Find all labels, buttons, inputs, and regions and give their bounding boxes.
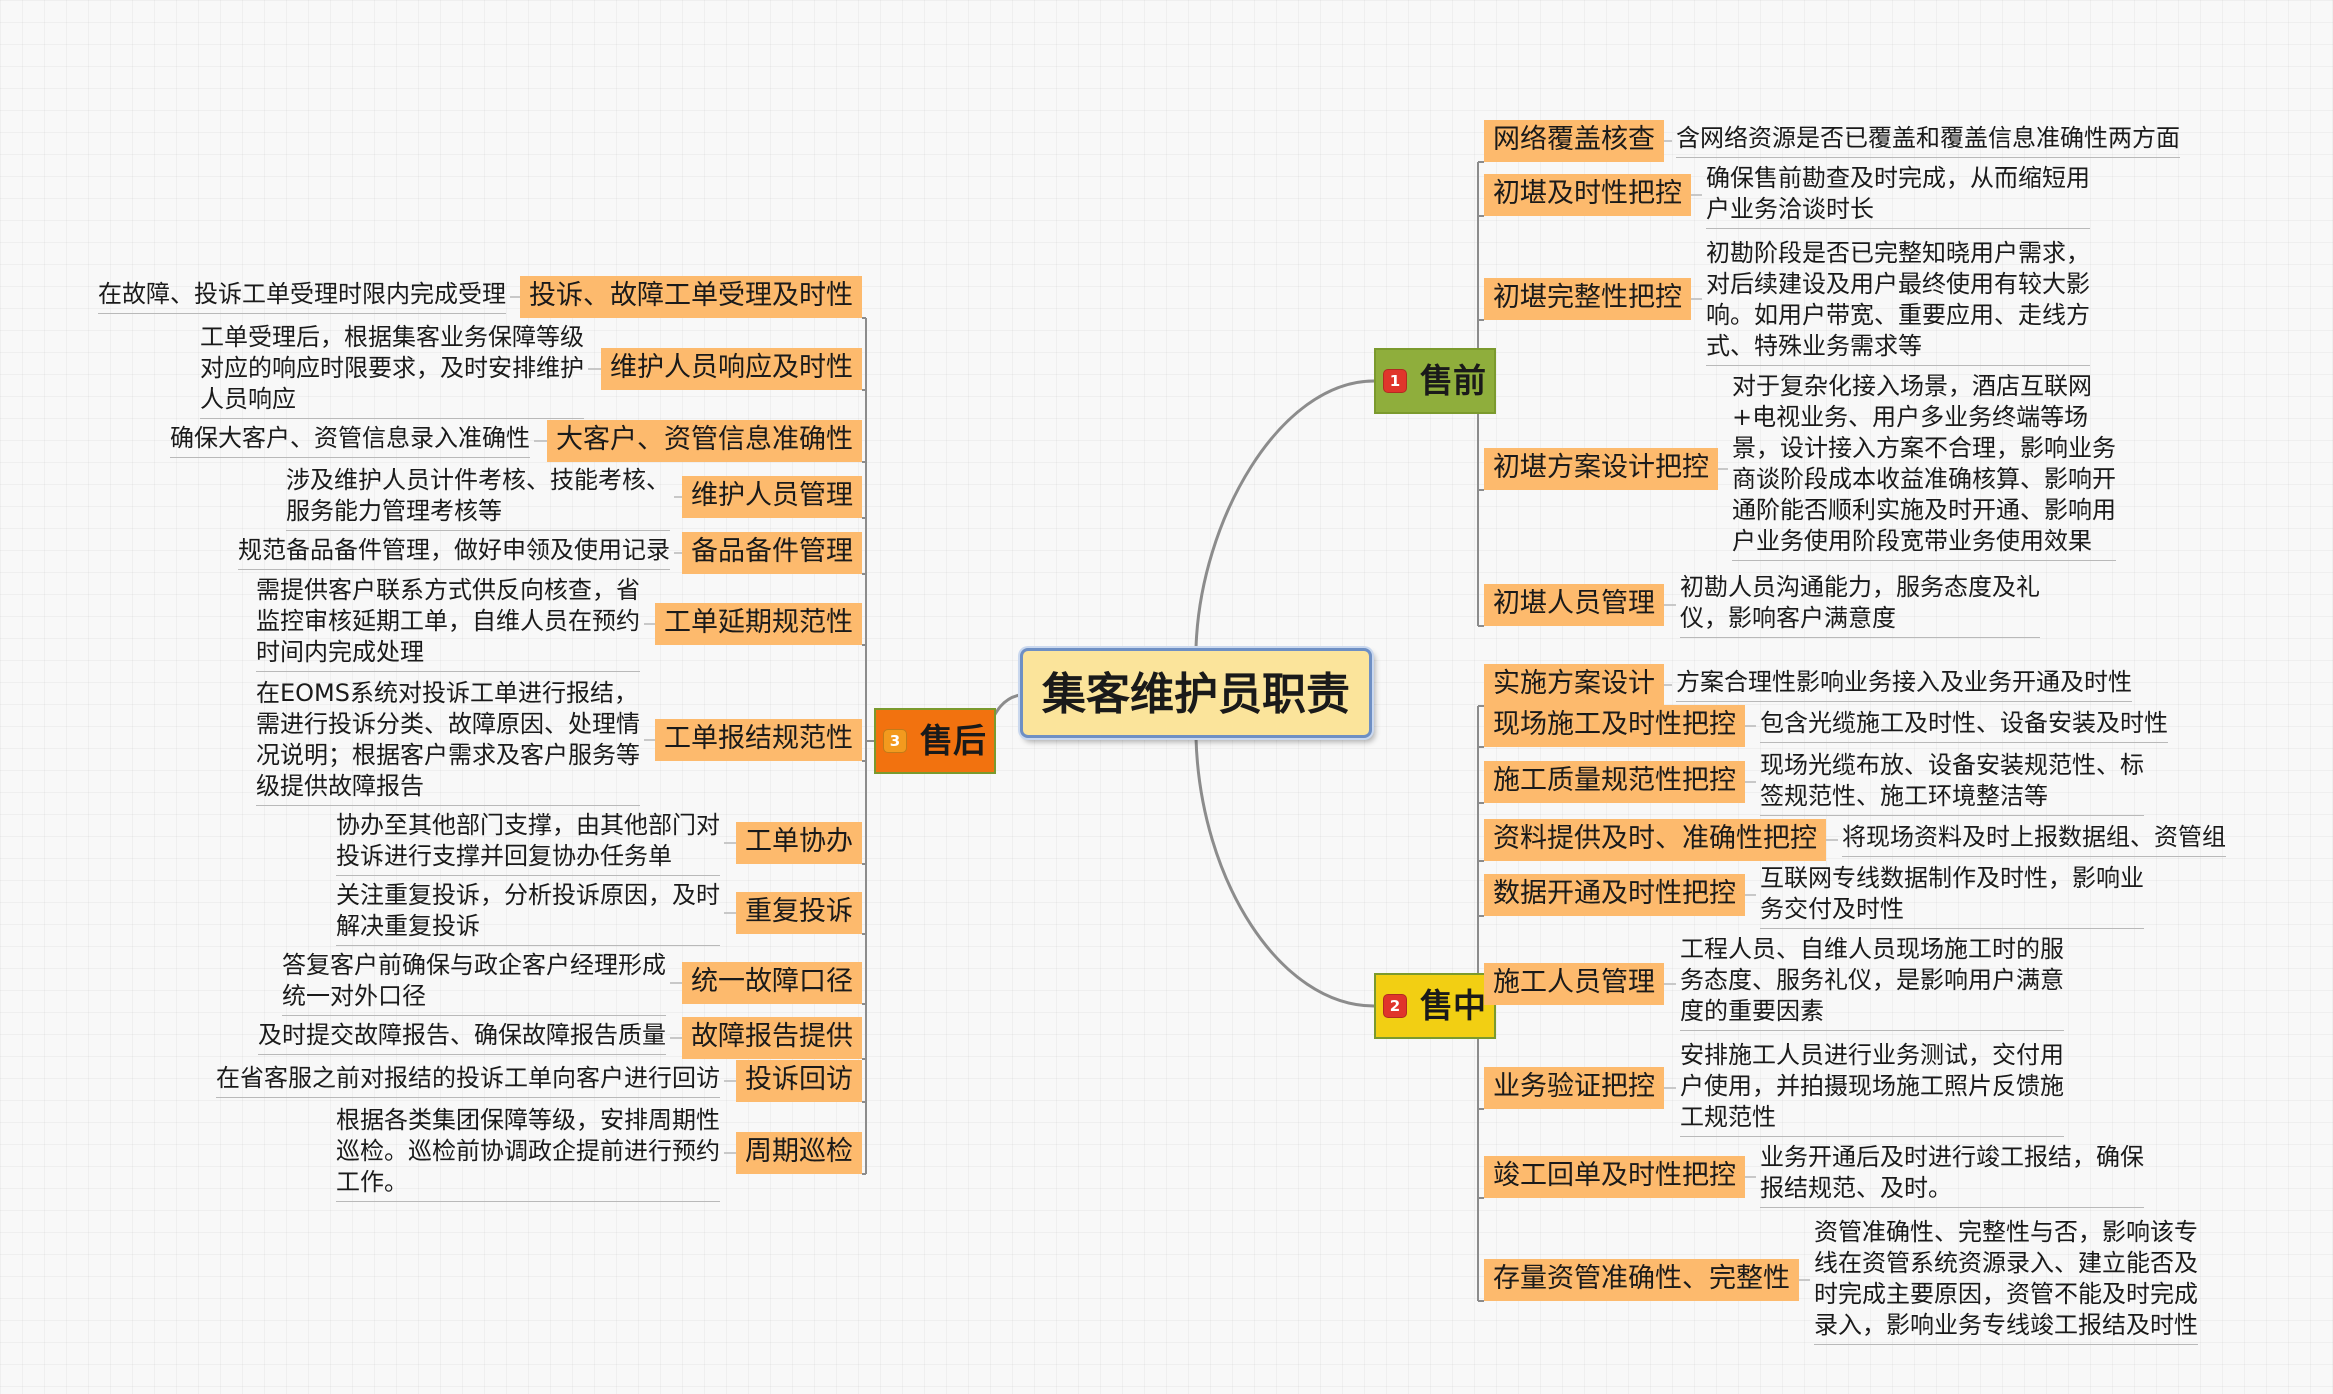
topic-aftersale-11[interactable]: 故障报告提供 bbox=[682, 1017, 862, 1059]
priority-2-icon: 2 bbox=[1383, 994, 1407, 1018]
topic-aftersale-13[interactable]: 周期巡检 bbox=[736, 1132, 862, 1174]
note-presale-3: 初勘阶段是否已完整知晓用户需求， 对后续建设及用户最终使用有较大影 响。如用户带… bbox=[1706, 238, 2090, 366]
topic-aftersale-10[interactable]: 统一故障口径 bbox=[682, 962, 862, 1004]
note-aftersale-13: 根据各类集团保障等级，安排周期性 巡检。巡检前协调政企提前进行预约 工作。 bbox=[336, 1105, 720, 1202]
topic-aftersale-7[interactable]: 工单报结规范性 bbox=[655, 719, 862, 761]
topic-aftersale-3[interactable]: 大客户、资管信息准确性 bbox=[547, 420, 862, 462]
priority-1-icon: 1 bbox=[1383, 369, 1407, 393]
note-presale-1: 含网络资源是否已覆盖和覆盖信息准确性两方面 bbox=[1676, 123, 2180, 158]
note-aftersale-3: 确保大客户、资管信息录入准确性 bbox=[170, 423, 530, 458]
note-insale-2: 包含光缆施工及时性、设备安装及时性 bbox=[1760, 708, 2168, 743]
central-topic[interactable]: 集客维护员职责 bbox=[1020, 648, 1372, 738]
note-insale-1: 方案合理性影响业务接入及业务开通及时性 bbox=[1676, 667, 2132, 702]
note-aftersale-4: 涉及维护人员计件考核、技能考核、 服务能力管理考核等 bbox=[286, 465, 670, 531]
note-insale-7: 安排施工人员进行业务测试，交付用 户使用，并拍摄现场施工照片反馈施 工规范性 bbox=[1680, 1040, 2064, 1137]
note-presale-2: 确保售前勘查及时完成，从而缩短用 户业务洽谈时长 bbox=[1706, 163, 2090, 229]
topic-aftersale-2[interactable]: 维护人员响应及时性 bbox=[601, 348, 862, 390]
topic-insale-4[interactable]: 资料提供及时、准确性把控 bbox=[1484, 819, 1826, 861]
topic-presale-3[interactable]: 初堪完整性把控 bbox=[1484, 278, 1691, 320]
note-insale-5: 互联网专线数据制作及时性，影响业 务交付及时性 bbox=[1760, 863, 2144, 929]
note-aftersale-10: 答复客户前确保与政企客户经理形成 统一对外口径 bbox=[282, 950, 666, 1016]
branch-aftersale[interactable]: 3 售后 bbox=[874, 708, 996, 774]
note-insale-6: 工程人员、自维人员现场施工时的服 务态度、服务礼仪，是影响用户满意 度的重要因素 bbox=[1680, 934, 2064, 1031]
topic-presale-1[interactable]: 网络覆盖核查 bbox=[1484, 120, 1664, 162]
branch-aftersale-label: 售后 bbox=[920, 721, 986, 760]
branch-insale[interactable]: 2 售中 bbox=[1374, 973, 1496, 1039]
topic-presale-4[interactable]: 初堪方案设计把控 bbox=[1484, 448, 1718, 490]
topic-insale-7[interactable]: 业务验证把控 bbox=[1484, 1067, 1664, 1109]
topic-presale-5[interactable]: 初堪人员管理 bbox=[1484, 584, 1664, 626]
note-aftersale-11: 及时提交故障报告、确保故障报告质量 bbox=[258, 1020, 666, 1055]
note-insale-4: 将现场资料及时上报数据组、资管组 bbox=[1842, 822, 2226, 857]
topic-insale-9[interactable]: 存量资管准确性、完整性 bbox=[1484, 1259, 1799, 1301]
topic-presale-2[interactable]: 初堪及时性把控 bbox=[1484, 174, 1691, 216]
topic-aftersale-9[interactable]: 重复投诉 bbox=[736, 892, 862, 934]
note-insale-3: 现场光缆布放、设备安装规范性、标 签规范性、施工环境整洁等 bbox=[1760, 750, 2144, 816]
priority-3-icon: 3 bbox=[883, 729, 907, 753]
topic-insale-1[interactable]: 实施方案设计 bbox=[1484, 664, 1664, 706]
note-presale-4: 对于复杂化接入场景，酒店互联网 +电视业务、用户多业务终端等场 景，设计接入方案… bbox=[1732, 371, 2116, 561]
note-presale-5: 初勘人员沟通能力，服务态度及礼 仪，影响客户满意度 bbox=[1680, 572, 2040, 638]
topic-aftersale-1[interactable]: 投诉、故障工单受理及时性 bbox=[520, 276, 862, 318]
note-aftersale-8: 协办至其他部门支撑，由其他部门对 投诉进行支撑并回复协办任务单 bbox=[336, 810, 720, 876]
topic-aftersale-12[interactable]: 投诉回访 bbox=[736, 1060, 862, 1102]
topic-insale-6[interactable]: 施工人员管理 bbox=[1484, 963, 1664, 1005]
note-aftersale-5: 规范备品备件管理，做好申领及使用记录 bbox=[238, 535, 670, 570]
topic-insale-2[interactable]: 现场施工及时性把控 bbox=[1484, 705, 1745, 747]
note-aftersale-12: 在省客服之前对报结的投诉工单向客户进行回访 bbox=[216, 1063, 720, 1098]
note-insale-8: 业务开通后及时进行竣工报结，确保 报结规范、及时。 bbox=[1760, 1142, 2144, 1208]
note-aftersale-2: 工单受理后，根据集客业务保障等级 对应的响应时限要求，及时安排维护 人员响应 bbox=[200, 322, 584, 419]
topic-aftersale-4[interactable]: 维护人员管理 bbox=[682, 476, 862, 518]
branch-insale-label: 售中 bbox=[1420, 986, 1486, 1025]
topic-aftersale-5[interactable]: 备品备件管理 bbox=[682, 532, 862, 574]
note-aftersale-7: 在EOMS系统对投诉工单进行报结， 需进行投诉分类、故障原因、处理情 况说明；根… bbox=[256, 678, 640, 806]
topic-insale-3[interactable]: 施工质量规范性把控 bbox=[1484, 761, 1745, 803]
note-insale-9: 资管准确性、完整性与否，影响该专 线在资管系统资源录入、建立能否及 时完成主要原… bbox=[1814, 1217, 2198, 1345]
note-aftersale-6: 需提供客户联系方式供反向核查，省 监控审核延期工单，自维人员在预约 时间内完成处… bbox=[256, 575, 640, 672]
topic-insale-5[interactable]: 数据开通及时性把控 bbox=[1484, 874, 1745, 916]
note-aftersale-9: 关注重复投诉，分析投诉原因，及时 解决重复投诉 bbox=[336, 880, 720, 946]
note-aftersale-1: 在故障、投诉工单受理时限内完成受理 bbox=[98, 279, 506, 314]
topic-aftersale-6[interactable]: 工单延期规范性 bbox=[655, 603, 862, 645]
topic-insale-8[interactable]: 竣工回单及时性把控 bbox=[1484, 1156, 1745, 1198]
topic-aftersale-8[interactable]: 工单协办 bbox=[736, 822, 862, 864]
branch-presale[interactable]: 1 售前 bbox=[1374, 348, 1496, 414]
branch-presale-label: 售前 bbox=[1420, 361, 1486, 400]
